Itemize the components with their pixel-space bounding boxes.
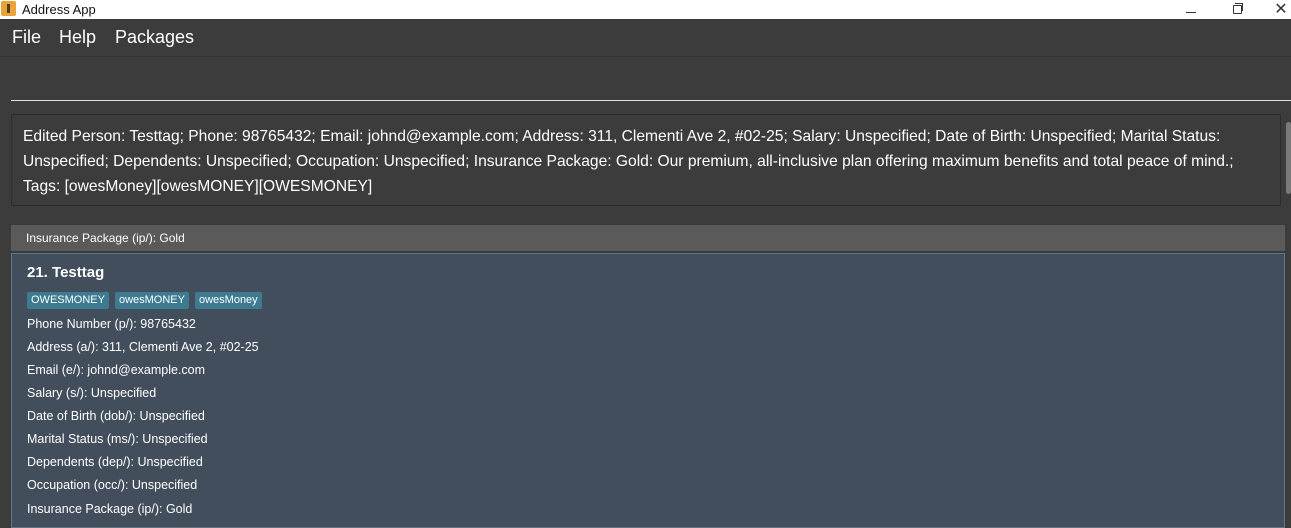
window-title: Address App [22,2,96,17]
menu-packages[interactable]: Packages [115,27,194,48]
tag: owesMoney [194,292,262,309]
tag-list: OWESMONEY owesMONEY owesMoney [27,292,268,309]
command-box [0,57,1291,106]
email-field: Email (e/): johnd@example.com [27,363,206,377]
minimize-button[interactable] [1168,0,1214,19]
marital-status-field: Marital Status (ms/): Unspecified [27,432,208,446]
app-icon [1,1,16,16]
title-bar: Address App ✕ [0,0,1291,19]
person-name: 21. Testtag [27,264,105,281]
command-input[interactable] [11,57,1291,101]
list-filter-label: Insurance Package (ip/): Gold [26,231,185,245]
restore-icon [1232,3,1243,14]
close-button[interactable]: ✕ [1258,0,1291,19]
dependents-field: Dependents (dep/): Unspecified [27,455,203,469]
person-card[interactable]: 21. Testtag OWESMONEY owesMONEY owesMone… [11,253,1285,528]
menu-help[interactable]: Help [59,27,96,48]
occupation-field: Occupation (occ/): Unspecified [27,478,198,492]
phone-field: Phone Number (p/): 98765432 [27,317,196,331]
result-display: Edited Person: Testtag; Phone: 98765432;… [11,114,1281,206]
close-icon: ✕ [1274,0,1288,18]
result-scrollbar[interactable] [1286,122,1291,194]
insurance-package-field: Insurance Package (ip/): Gold [27,502,193,516]
result-message: Edited Person: Testtag; Phone: 98765432;… [23,128,1234,195]
list-filter-header: Insurance Package (ip/): Gold [11,225,1285,251]
minimize-icon [1186,12,1196,13]
menu-bar: File Help Packages [0,19,1291,57]
tag: OWESMONEY [27,292,109,309]
person-list-panel: Insurance Package (ip/): Gold 21. Testta… [0,212,1291,528]
tag: owesMONEY [114,292,189,309]
dob-field: Date of Birth (dob/): Unspecified [27,409,205,423]
menu-file[interactable]: File [12,27,41,48]
salary-field: Salary (s/): Unspecified [27,386,157,400]
maximize-button[interactable] [1214,0,1260,19]
address-field: Address (a/): 311, Clementi Ave 2, #02-2… [27,340,259,354]
